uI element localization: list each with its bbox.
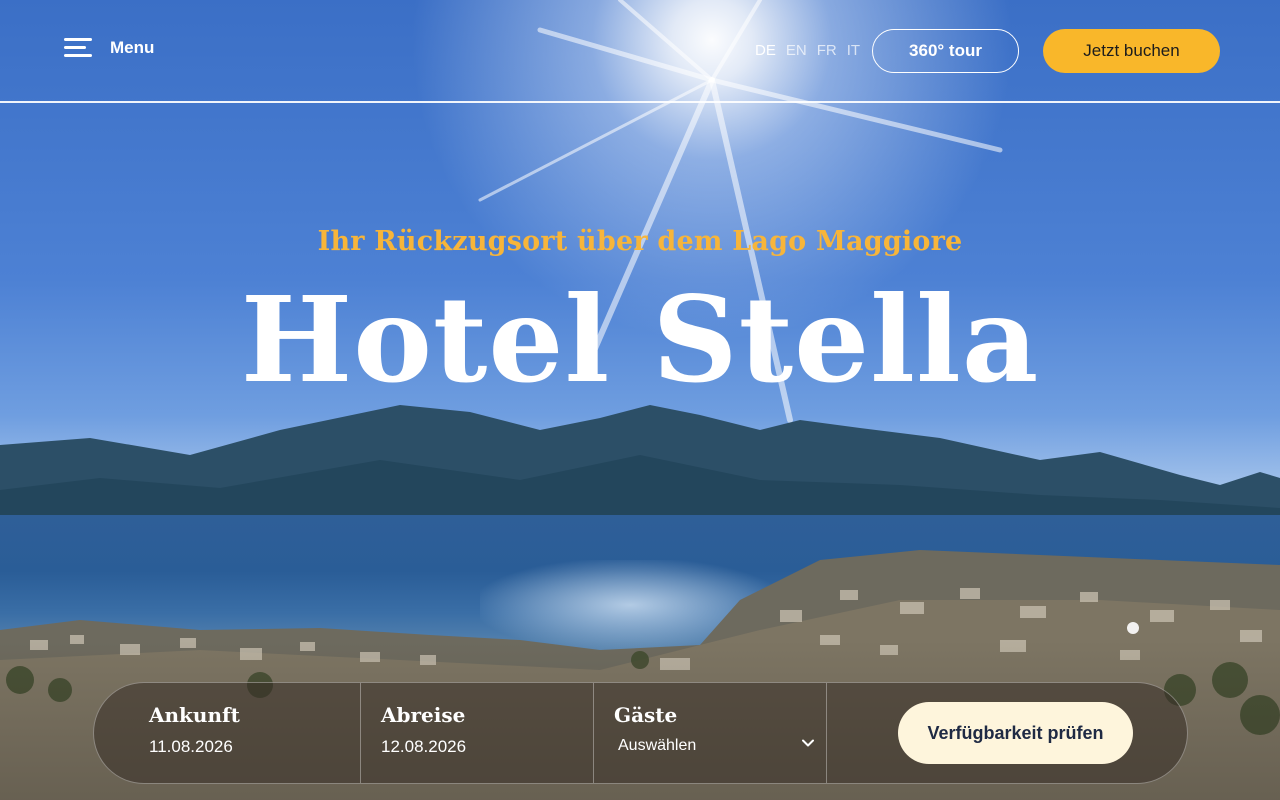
- check-availability-button[interactable]: Verfügbarkeit prüfen: [898, 702, 1133, 764]
- arrival-date: 11.08.2026: [149, 737, 233, 756]
- tour-360-button[interactable]: 360° tour: [872, 29, 1019, 73]
- arrival-field[interactable]: Ankunft 11.08.2026: [94, 683, 361, 783]
- book-now-button[interactable]: Jetzt buchen: [1043, 29, 1220, 73]
- menu-button[interactable]: Menu: [64, 38, 154, 58]
- guests-label: Gäste: [614, 703, 678, 727]
- hero-tagline: Ihr Rückzugsort über dem Lago Maggiore: [317, 226, 963, 257]
- lang-en[interactable]: EN: [786, 42, 807, 59]
- departure-label: Abreise: [381, 703, 466, 727]
- departure-field[interactable]: Abreise 12.08.2026: [361, 683, 594, 783]
- guests-value: Auswählen: [618, 737, 697, 754]
- lang-it[interactable]: IT: [847, 42, 860, 59]
- booking-bar: Ankunft 11.08.2026 Abreise 12.08.2026 Gä…: [93, 682, 1188, 784]
- guests-select[interactable]: Gäste Auswählen: [594, 683, 827, 783]
- chevron-down-icon: [802, 739, 814, 747]
- departure-date: 12.08.2026: [381, 737, 467, 756]
- lang-fr[interactable]: FR: [817, 42, 837, 59]
- hero-title: Hotel Stella: [240, 270, 1040, 409]
- arrival-label: Ankunft: [149, 703, 240, 727]
- lang-de[interactable]: DE: [755, 42, 776, 59]
- hamburger-icon: [64, 38, 94, 58]
- language-switcher: DE EN FR IT: [755, 42, 860, 59]
- site-header: Menu DE EN FR IT 360° tour Jetzt buchen: [0, 0, 1280, 103]
- menu-label: Menu: [110, 38, 155, 57]
